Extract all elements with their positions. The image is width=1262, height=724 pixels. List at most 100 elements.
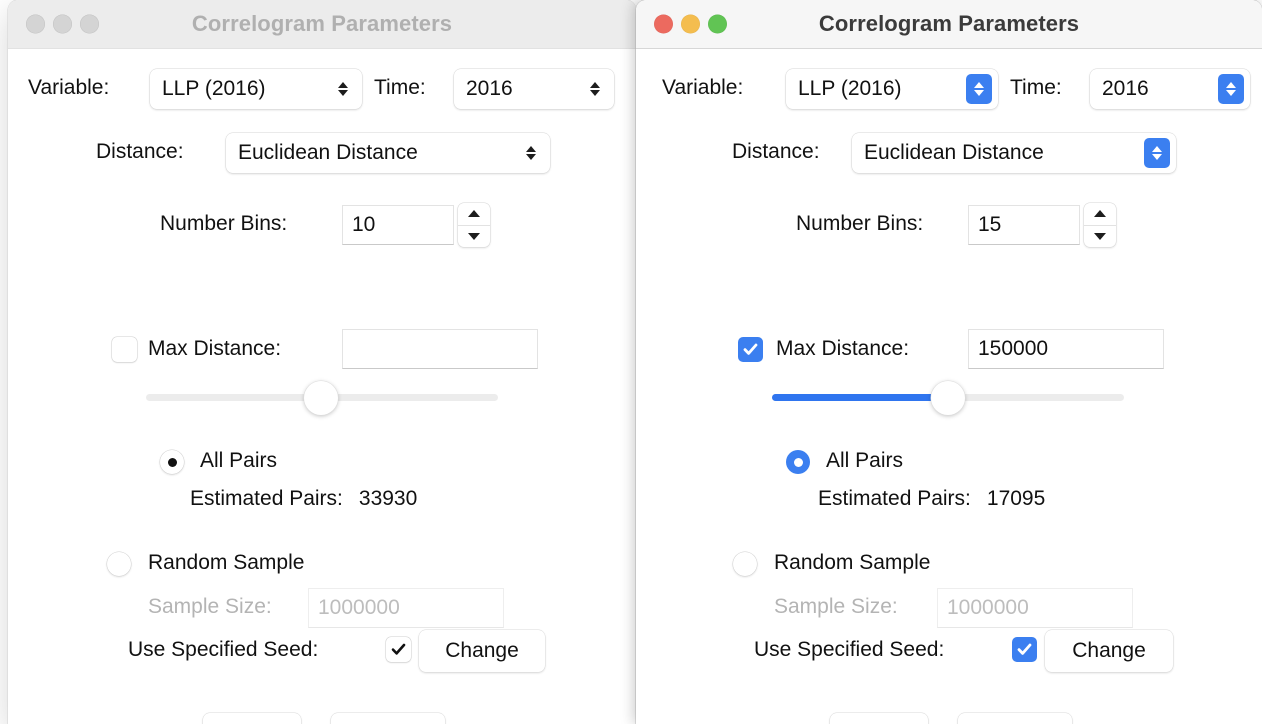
change-seed-button[interactable]: Change bbox=[419, 630, 545, 672]
max-distance-input[interactable] bbox=[342, 329, 538, 369]
distance-select[interactable]: Euclidean Distance bbox=[226, 133, 550, 173]
number-bins-label: Number Bins: bbox=[160, 212, 288, 235]
zoom-icon[interactable] bbox=[708, 14, 727, 34]
estimated-pairs-value: 17095 bbox=[986, 487, 1046, 510]
sample-size-label-wrap: Sample Size: bbox=[148, 595, 272, 619]
number-bins-input[interactable]: 10 bbox=[342, 205, 454, 245]
radio-dot bbox=[793, 457, 803, 467]
seed-label-wrap: Use Specified Seed: bbox=[128, 638, 318, 662]
apply-button[interactable]: Apply bbox=[958, 713, 1072, 724]
time-value: 2016 bbox=[1102, 77, 1149, 100]
slider-thumb[interactable] bbox=[304, 381, 338, 415]
distance-label-wrap: Distance: bbox=[732, 140, 820, 164]
estimated-pairs-label: Estimated Pairs: bbox=[190, 487, 343, 510]
seed-label-wrap: Use Specified Seed: bbox=[754, 638, 944, 662]
all-pairs-radio[interactable] bbox=[160, 450, 184, 474]
traffic-light-group bbox=[26, 14, 99, 34]
chevron-updown-icon[interactable] bbox=[582, 74, 608, 104]
sample-size-value: 1000000 bbox=[318, 596, 400, 619]
all-pairs-radio[interactable] bbox=[786, 450, 810, 474]
random-sample-radio[interactable] bbox=[733, 552, 757, 576]
time-select[interactable]: 2016 bbox=[454, 69, 614, 109]
estimated-pairs-row: Estimated Pairs: 17095 bbox=[818, 487, 1045, 511]
help-button[interactable]: Help bbox=[830, 713, 928, 724]
all-pairs-label-wrap: All Pairs bbox=[200, 449, 277, 473]
max-distance-label-wrap: Max Distance: bbox=[776, 337, 909, 361]
estimated-pairs-value: 33930 bbox=[358, 487, 418, 510]
number-bins-label-wrap: Number Bins: bbox=[796, 212, 923, 236]
checkmark-icon bbox=[391, 643, 406, 655]
random-sample-radio[interactable] bbox=[107, 552, 131, 576]
all-pairs-label: All Pairs bbox=[826, 449, 904, 472]
distance-value: Euclidean Distance bbox=[238, 141, 418, 164]
distance-label-wrap: Distance: bbox=[96, 140, 184, 164]
max-distance-label: Max Distance: bbox=[148, 337, 282, 360]
number-bins-value: 15 bbox=[978, 213, 1002, 236]
sample-size-label: Sample Size: bbox=[774, 595, 898, 618]
number-bins-input[interactable]: 15 bbox=[968, 205, 1080, 245]
random-sample-label: Random Sample bbox=[774, 551, 931, 574]
checkmark-icon bbox=[116, 341, 133, 358]
estimated-pairs-label: Estimated Pairs: bbox=[818, 487, 971, 510]
distance-value: Euclidean Distance bbox=[864, 141, 1044, 164]
variable-value: LLP (2016) bbox=[162, 77, 266, 100]
sample-size-input[interactable]: 1000000 bbox=[308, 588, 504, 628]
correlogram-parameters-window-active[interactable]: Correlogram Parameters Variable: LLP (20… bbox=[636, 0, 1262, 724]
max-distance-slider[interactable] bbox=[772, 381, 1124, 415]
minimize-icon[interactable] bbox=[53, 14, 72, 34]
chevron-updown-icon[interactable] bbox=[330, 74, 356, 104]
random-sample-label-wrap: Random Sample bbox=[774, 551, 930, 575]
sample-size-label: Sample Size: bbox=[148, 595, 272, 618]
stepper-increment[interactable] bbox=[458, 203, 490, 226]
variable-select[interactable]: LLP (2016) bbox=[786, 69, 998, 109]
time-select[interactable]: 2016 bbox=[1090, 69, 1250, 109]
distance-label: Distance: bbox=[732, 140, 820, 163]
stepper-decrement[interactable] bbox=[458, 226, 490, 248]
close-icon[interactable] bbox=[26, 14, 45, 34]
max-distance-checkbox[interactable] bbox=[738, 337, 763, 362]
sample-size-value: 1000000 bbox=[947, 596, 1029, 619]
use-specified-seed-checkbox[interactable] bbox=[1012, 637, 1037, 662]
variable-label-wrap: Variable: bbox=[28, 76, 109, 100]
title-bar[interactable]: Correlogram Parameters bbox=[8, 0, 636, 49]
radio-dot bbox=[167, 457, 177, 467]
slider-thumb[interactable] bbox=[931, 381, 965, 415]
chevron-updown-icon[interactable] bbox=[966, 74, 992, 104]
change-seed-button[interactable]: Change bbox=[1045, 630, 1173, 672]
dialog-body: Variable: LLP (2016) Time: 2016 Distance… bbox=[8, 49, 636, 724]
apply-button[interactable]: Apply bbox=[331, 713, 445, 724]
number-bins-stepper[interactable] bbox=[1084, 203, 1116, 247]
max-distance-value: 150000 bbox=[978, 337, 1049, 360]
number-bins-stepper[interactable] bbox=[458, 203, 490, 247]
sample-size-label-wrap: Sample Size: bbox=[774, 595, 898, 619]
max-distance-checkbox[interactable] bbox=[112, 337, 137, 362]
distance-select[interactable]: Euclidean Distance bbox=[852, 133, 1176, 173]
window-title: Correlogram Parameters bbox=[191, 11, 453, 36]
max-distance-input[interactable]: 150000 bbox=[968, 329, 1164, 369]
chevron-updown-icon[interactable] bbox=[1218, 74, 1244, 104]
help-button[interactable]: Help bbox=[203, 713, 301, 724]
chevron-updown-icon[interactable] bbox=[518, 138, 544, 168]
random-sample-label: Random Sample bbox=[148, 551, 305, 574]
title-bar[interactable]: Correlogram Parameters bbox=[636, 0, 1262, 49]
correlogram-parameters-window-inactive[interactable]: Correlogram Parameters Variable: LLP (20… bbox=[8, 0, 636, 724]
stepper-decrement[interactable] bbox=[1084, 226, 1116, 248]
time-label: Time: bbox=[374, 76, 426, 99]
traffic-light-group bbox=[654, 14, 727, 34]
slider-fill bbox=[772, 394, 948, 401]
variable-label-wrap: Variable: bbox=[662, 76, 743, 100]
zoom-icon[interactable] bbox=[80, 14, 99, 34]
sample-size-input[interactable]: 1000000 bbox=[937, 588, 1133, 628]
number-bins-label: Number Bins: bbox=[796, 212, 924, 235]
estimated-pairs-row: Estimated Pairs: 33930 bbox=[190, 487, 417, 511]
time-label-wrap: Time: bbox=[374, 76, 426, 100]
max-distance-slider[interactable] bbox=[146, 381, 498, 415]
close-icon[interactable] bbox=[654, 14, 673, 34]
random-sample-label-wrap: Random Sample bbox=[148, 551, 304, 575]
stepper-increment[interactable] bbox=[1084, 203, 1116, 226]
variable-select[interactable]: LLP (2016) bbox=[150, 69, 362, 109]
change-seed-label: Change bbox=[445, 639, 519, 662]
use-specified-seed-checkbox[interactable] bbox=[386, 637, 411, 662]
minimize-icon[interactable] bbox=[681, 14, 700, 34]
chevron-updown-icon[interactable] bbox=[1144, 138, 1170, 168]
